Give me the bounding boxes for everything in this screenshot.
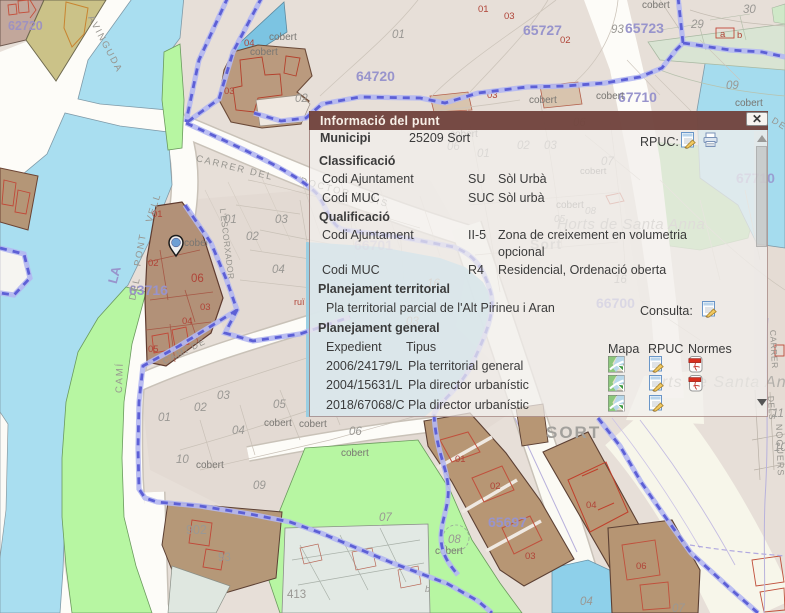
svg-text:04: 04: [580, 596, 593, 608]
svg-text:413: 413: [287, 589, 306, 601]
svg-text:CARRER: CARRER: [768, 330, 780, 369]
svg-text:02: 02: [148, 258, 159, 269]
svg-text:b: b: [425, 584, 430, 594]
svg-text:03: 03: [200, 302, 211, 313]
svg-text:cobert: cobert: [529, 95, 557, 106]
svg-text:93: 93: [611, 24, 624, 36]
svg-text:02: 02: [560, 35, 571, 46]
svg-text:02: 02: [246, 231, 259, 243]
svg-text:01: 01: [158, 412, 171, 424]
svg-text:04: 04: [232, 425, 245, 437]
svg-text:64720: 64720: [356, 68, 395, 84]
svg-text:06: 06: [349, 426, 362, 438]
svg-text:cobert: cobert: [735, 98, 763, 109]
svg-text:b: b: [737, 30, 742, 41]
svg-text:93: 93: [218, 552, 231, 564]
svg-text:cobert: cobert: [269, 32, 297, 43]
svg-text:65697: 65697: [488, 514, 527, 530]
svg-text:01: 01: [455, 454, 466, 465]
svg-text:03: 03: [504, 11, 515, 22]
svg-text:09: 09: [253, 480, 266, 492]
svg-text:04: 04: [182, 316, 193, 327]
svg-text:03: 03: [217, 390, 230, 402]
svg-text:05: 05: [273, 399, 286, 411]
svg-text:07: 07: [672, 603, 685, 613]
svg-text:04: 04: [272, 264, 285, 276]
svg-text:01: 01: [392, 29, 405, 41]
svg-text:09: 09: [726, 80, 739, 92]
svg-text:01: 01: [224, 214, 237, 226]
svg-text:29: 29: [690, 19, 704, 31]
svg-text:03: 03: [525, 551, 536, 562]
svg-text:06: 06: [191, 273, 204, 285]
svg-text:10: 10: [176, 454, 189, 466]
svg-text:65727: 65727: [523, 22, 562, 38]
svg-text:01: 01: [478, 4, 489, 15]
svg-text:05: 05: [148, 344, 159, 355]
svg-text:11: 11: [772, 408, 784, 420]
svg-text:03: 03: [275, 214, 288, 226]
svg-text:cobert: cobert: [596, 91, 624, 102]
svg-text:67710: 67710: [618, 89, 657, 105]
svg-text:CAMÍ: CAMÍ: [114, 362, 126, 393]
svg-text:a: a: [720, 29, 726, 40]
svg-text:ruï: ruï: [294, 297, 305, 307]
svg-text:cobert: cobert: [196, 460, 224, 471]
svg-text:cobert: cobert: [642, 0, 670, 11]
svg-text:03: 03: [224, 86, 235, 97]
svg-text:cobert: cobert: [264, 418, 292, 429]
svg-text:cobert: cobert: [299, 419, 327, 430]
svg-text:08: 08: [448, 534, 461, 546]
svg-text:01: 01: [152, 209, 163, 220]
svg-text:902: 902: [186, 523, 207, 537]
svg-text:10: 10: [774, 442, 785, 454]
svg-text:cobert: cobert: [435, 546, 463, 557]
svg-text:62720: 62720: [8, 19, 43, 33]
svg-text:cobert: cobert: [341, 448, 369, 459]
svg-text:04: 04: [586, 500, 597, 511]
svg-text:65723: 65723: [625, 20, 664, 36]
svg-text:04: 04: [244, 38, 255, 49]
svg-text:02: 02: [194, 402, 207, 414]
svg-text:06: 06: [636, 561, 647, 572]
svg-text:07: 07: [379, 512, 392, 524]
svg-text:02: 02: [490, 481, 501, 492]
svg-text:30: 30: [743, 4, 756, 16]
svg-text:SORT: SORT: [546, 423, 601, 442]
svg-text:02: 02: [295, 93, 308, 105]
